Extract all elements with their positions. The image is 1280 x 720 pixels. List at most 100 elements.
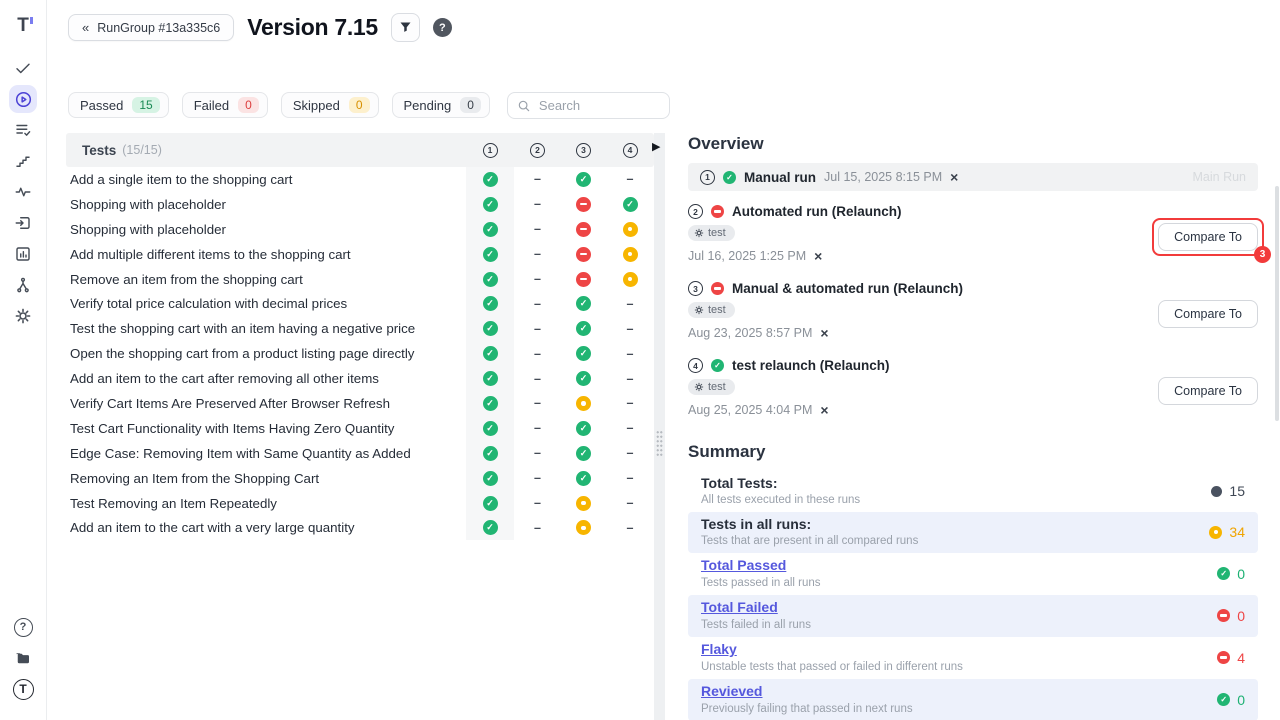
filter-chip-failed[interactable]: Failed 0 xyxy=(182,92,268,118)
status-icon xyxy=(623,222,638,237)
collapse-panel-arrow-icon[interactable]: ▶ xyxy=(652,142,660,153)
run-column-3-header: 3 xyxy=(576,143,591,158)
vertical-scrollbar-thumb[interactable] xyxy=(1275,186,1279,421)
run-tag: test xyxy=(688,379,735,395)
compare-to-button[interactable]: Compare To xyxy=(1158,300,1258,328)
summary-value: 15 xyxy=(1229,483,1245,499)
tests-table-header: Tests (15/15) 1 2 3 4 xyxy=(66,133,654,167)
rungroup-back-button[interactable]: « RunGroup #13a335c6 xyxy=(68,14,234,41)
run-name: Manual run xyxy=(744,170,816,185)
summary-value: 34 xyxy=(1229,524,1245,540)
status-icon xyxy=(483,296,498,311)
test-name: Add multiple different items to the shop… xyxy=(66,242,466,267)
test-name: Remove an item from the shopping cart xyxy=(66,267,466,292)
sidebar-item-analytics-chart-icon[interactable] xyxy=(9,240,37,268)
table-row[interactable]: Test Cart Functionality with Items Havin… xyxy=(66,416,654,441)
remove-run-icon[interactable]: × xyxy=(820,403,828,417)
remove-run-icon[interactable]: × xyxy=(814,249,822,263)
run-number-badge: 4 xyxy=(688,358,703,373)
filter-funnel-button[interactable] xyxy=(391,13,420,42)
compare-to-button[interactable]: Compare To xyxy=(1158,377,1258,405)
sidebar-item-branches-icon[interactable] xyxy=(9,271,37,299)
summary-link-flaky[interactable]: Flaky xyxy=(701,641,737,658)
filter-chip-pending[interactable]: Pending 0 xyxy=(392,92,490,118)
summary-title: Summary xyxy=(688,442,1258,462)
table-row[interactable]: Shopping with placeholder xyxy=(66,192,654,217)
funnel-icon xyxy=(398,20,413,35)
remove-run-icon[interactable]: × xyxy=(950,170,958,184)
summary-status-icon xyxy=(1217,651,1230,664)
summary-status-icon xyxy=(1217,567,1230,580)
test-name: Verify total price calculation with deci… xyxy=(66,291,466,316)
profile-logo-circle-icon[interactable]: T xyxy=(9,675,37,703)
table-row[interactable]: Removing an Item from the Shopping Cart xyxy=(66,466,654,491)
summary-label: Tests in all runs: xyxy=(701,516,1209,533)
status-icon xyxy=(530,496,545,511)
main-run-button[interactable]: Main Run xyxy=(1193,170,1247,184)
remove-run-icon[interactable]: × xyxy=(820,326,828,340)
filter-chip-skipped[interactable]: Skipped 0 xyxy=(281,92,379,118)
compare-to-button[interactable]: Compare To xyxy=(1158,223,1258,251)
table-row[interactable]: Test Removing an Item Repeatedly xyxy=(66,491,654,516)
table-row[interactable]: Remove an item from the shopping cart xyxy=(66,267,654,292)
table-row[interactable]: Open the shopping cart from a product li… xyxy=(66,341,654,366)
status-icon xyxy=(623,172,638,187)
sidebar-item-import-icon[interactable] xyxy=(9,209,37,237)
status-icon xyxy=(576,446,591,461)
sidebar-item-milestones-stairs-icon[interactable] xyxy=(9,147,37,175)
run-date: Aug 25, 2025 4:04 PM xyxy=(688,403,812,417)
help-button[interactable]: ? xyxy=(433,18,452,37)
test-name: Test Cart Functionality with Items Havin… xyxy=(66,416,466,441)
splitter-drag-handle[interactable] xyxy=(656,430,663,458)
search-icon xyxy=(517,99,531,113)
table-row[interactable]: Shopping with placeholder xyxy=(66,217,654,242)
status-icon xyxy=(576,247,591,262)
sidebar-item-plans-list-check-icon[interactable] xyxy=(9,116,37,144)
sidebar-item-settings-gear-icon[interactable] xyxy=(9,302,37,330)
annotation-highlight-box: Compare To 3 xyxy=(1152,218,1264,256)
summary-value: 0 xyxy=(1237,692,1245,708)
run-date: Aug 23, 2025 8:57 PM xyxy=(688,326,812,340)
table-row[interactable]: Add an item to the cart with a very larg… xyxy=(66,515,654,540)
summary-value: 0 xyxy=(1237,566,1245,582)
summary-row: Total Failed Tests failed in all runs 0 xyxy=(688,595,1258,637)
run-tag: test xyxy=(688,225,735,241)
sidebar-item-runs-play-circle-icon[interactable] xyxy=(9,85,37,113)
status-icon xyxy=(576,496,591,511)
table-row[interactable]: Add multiple different items to the shop… xyxy=(66,242,654,267)
summary-link-total-passed[interactable]: Total Passed xyxy=(701,557,786,574)
status-icon xyxy=(530,321,545,336)
run-row: 3 Manual & automated run (Relaunch) test… xyxy=(688,278,1258,349)
table-row[interactable]: Verify Cart Items Are Preserved After Br… xyxy=(66,391,654,416)
summary-desc: Unstable tests that passed or failed in … xyxy=(701,661,1217,674)
status-icon xyxy=(530,446,545,461)
search-input[interactable] xyxy=(507,92,670,119)
help-circle-icon[interactable]: ? xyxy=(9,613,37,641)
table-row[interactable]: Verify total price calculation with deci… xyxy=(66,291,654,316)
status-icon xyxy=(623,471,638,486)
status-icon xyxy=(483,222,498,237)
table-row[interactable]: Edge Case: Removing Item with Same Quant… xyxy=(66,441,654,466)
status-icon xyxy=(623,396,638,411)
content-area: Tests (15/15) 1 2 3 4 Add a single item … xyxy=(47,133,1280,720)
app-window: T xyxy=(0,0,1280,720)
run-column-1-header: 1 xyxy=(483,143,498,158)
rungroup-back-label: RunGroup #13a335c6 xyxy=(97,21,220,35)
summary-link-revieved[interactable]: Revieved xyxy=(701,683,762,700)
sidebar-item-pulse-activity-icon[interactable] xyxy=(9,178,37,206)
docs-folder-icon[interactable] xyxy=(9,644,37,672)
status-icon xyxy=(483,520,498,535)
sidebar-item-tests-check-icon[interactable] xyxy=(9,54,37,82)
table-row[interactable]: Add a single item to the shopping cart xyxy=(66,167,654,192)
status-icon xyxy=(483,197,498,212)
table-row[interactable]: Test the shopping cart with an item havi… xyxy=(66,316,654,341)
status-icon xyxy=(483,321,498,336)
filter-chip-passed[interactable]: Passed 15 xyxy=(68,92,169,118)
run-date: Jul 15, 2025 8:15 PM xyxy=(824,170,942,184)
status-icon xyxy=(483,471,498,486)
sidebar-bottom: ? T xyxy=(9,613,37,706)
table-row[interactable]: Add an item to the cart after removing a… xyxy=(66,366,654,391)
status-filter-bar: Passed 15 Failed 0 Skipped 0 Pending 0 xyxy=(68,92,1280,118)
gear-icon xyxy=(694,228,704,238)
summary-link-total-failed[interactable]: Total Failed xyxy=(701,599,778,616)
